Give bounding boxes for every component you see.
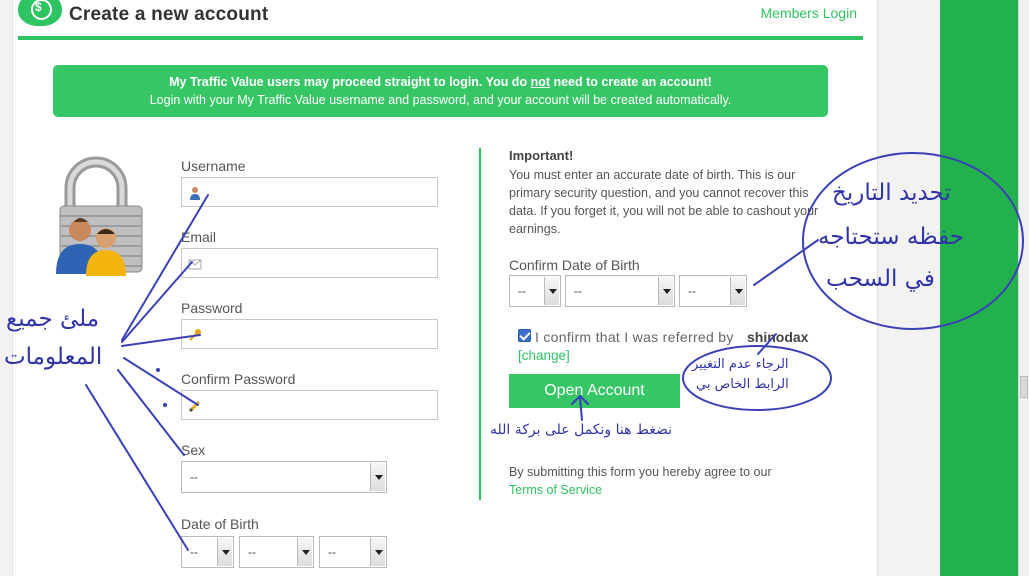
email-label: Email <box>181 229 217 245</box>
sex-label: Sex <box>181 442 206 458</box>
annotation-date-line-2: حفظه ستحتاجه <box>818 224 964 250</box>
members-login-link[interactable]: Members Login <box>761 5 858 21</box>
lock-users-icon <box>56 156 143 276</box>
confirm-dob-label: Confirm Date of Birth <box>509 257 640 273</box>
referral-confirm-text: I confirm that I was referred by <box>535 329 734 345</box>
scrollbar-thumb[interactable] <box>1020 376 1028 398</box>
username-label: Username <box>181 158 246 174</box>
dob-day-select[interactable]: -- <box>181 536 234 568</box>
annotation-fill-line-2: المعلومات <box>4 344 103 370</box>
annotation-date-line-1: تحديد التاريخ <box>832 180 951 206</box>
confirm-password-input[interactable] <box>181 390 438 420</box>
referral-confirm-checkbox[interactable] <box>518 329 531 342</box>
annotation-date-line-3: في السحب <box>826 266 935 292</box>
username-input[interactable] <box>181 177 438 207</box>
chevron-down-icon <box>217 538 232 566</box>
column-divider <box>479 148 481 500</box>
annotation-fill-line-1: ملئ جميع <box>6 306 100 332</box>
dob-year-select[interactable]: -- <box>319 536 387 568</box>
sex-select-value: -- <box>190 470 198 484</box>
envelope-icon <box>188 259 202 270</box>
notice-line-1: My Traffic Value users may proceed strai… <box>169 75 712 89</box>
confirm-password-label: Confirm Password <box>181 371 296 387</box>
confirm-dob-month-value: -- <box>574 284 582 298</box>
chevron-down-icon <box>370 538 385 566</box>
header-bar: Create a new account Members Login <box>18 0 863 40</box>
chevron-down-icon <box>730 277 745 305</box>
notice-line-2: Login with your My Traffic Value usernam… <box>149 93 732 107</box>
sex-select[interactable]: -- <box>181 461 387 493</box>
terms-intro-text: By submitting this form you hereby agree… <box>509 465 772 479</box>
confirm-dob-month-select[interactable]: -- <box>565 275 675 307</box>
password-label: Password <box>181 300 243 316</box>
referrer-name: shinodax <box>747 329 809 345</box>
dob-month-value: -- <box>248 545 256 559</box>
password-input[interactable] <box>181 319 438 349</box>
email-input[interactable] <box>181 248 438 278</box>
dob-label: Date of Birth <box>181 516 259 532</box>
piggy-bank-logo-icon <box>18 0 62 26</box>
confirm-dob-day-select[interactable]: -- <box>509 275 561 307</box>
chevron-down-icon <box>297 538 312 566</box>
open-account-button[interactable]: Open Account <box>509 374 680 408</box>
annotation-dont-change-line-1: الرجاء عدم التغيير <box>692 357 789 372</box>
change-referrer-link[interactable]: [change] <box>518 348 570 363</box>
dob-year-value: -- <box>328 545 336 559</box>
important-title: Important! <box>509 148 574 163</box>
confirm-dob-day-value: -- <box>518 284 526 298</box>
user-icon <box>190 187 200 200</box>
chevron-down-icon <box>544 277 559 305</box>
important-text: You must enter an accurate date of birth… <box>509 168 819 236</box>
mtv-users-notice: My Traffic Value users may proceed strai… <box>53 65 828 117</box>
terms-of-service-link[interactable]: Terms of Service <box>509 483 602 497</box>
confirm-dob-year-value: -- <box>688 284 696 298</box>
annotation-click-here: نضغط هنا ونكمل على بركة الله <box>490 422 673 438</box>
dob-day-value: -- <box>190 545 198 559</box>
confirm-dob-year-select[interactable]: -- <box>679 275 747 307</box>
chevron-down-icon <box>370 463 385 491</box>
dob-month-select[interactable]: -- <box>239 536 314 568</box>
vertical-scrollbar[interactable] <box>1018 0 1029 576</box>
chevron-down-icon <box>658 277 673 305</box>
annotation-dont-change-line-2: الرابط الخاص بي <box>696 377 789 392</box>
key-icon <box>189 329 201 341</box>
pencil-icon <box>188 400 201 413</box>
page-title: Create a new account <box>69 4 269 25</box>
side-green-strip <box>940 0 1018 576</box>
